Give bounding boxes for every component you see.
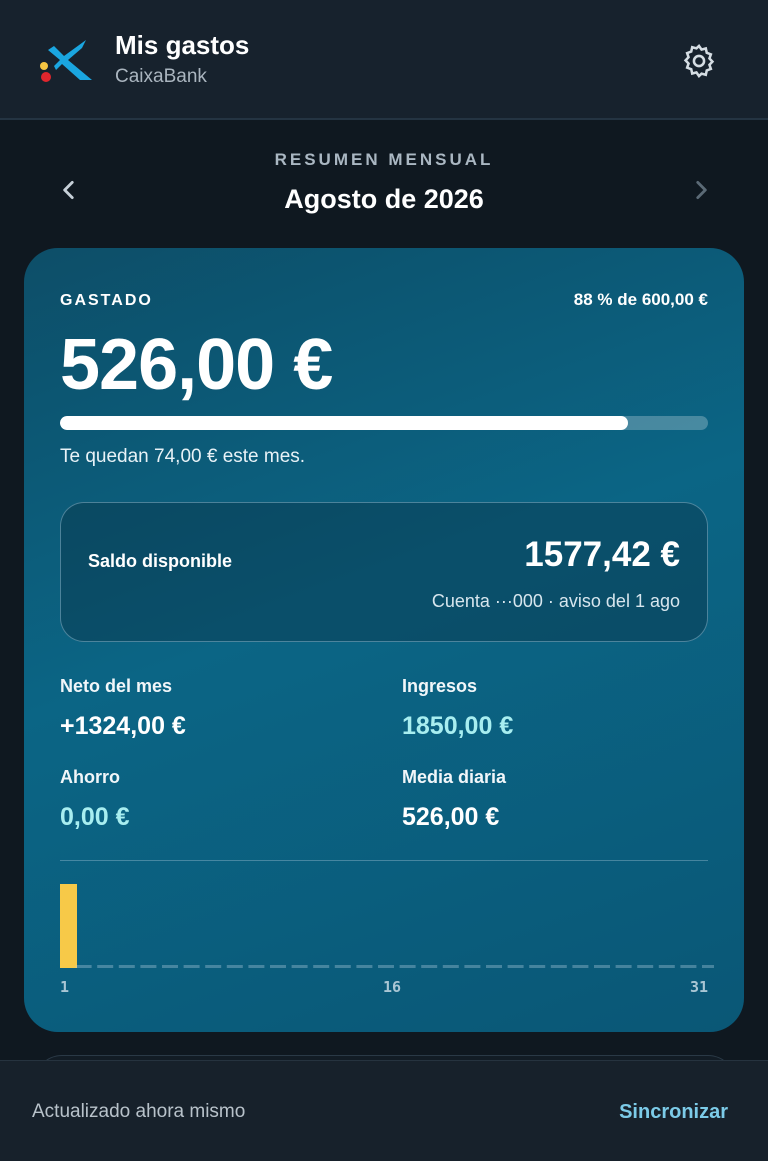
spent-amount: 526,00 €: [60, 325, 333, 405]
chart-bar-day-16: [378, 965, 394, 968]
app-subtitle: CaixaBank: [115, 66, 207, 87]
stat-value: 1850,00 €: [402, 712, 514, 740]
chart-bar-day-17: [399, 965, 416, 968]
spent-label: GASTADO: [60, 292, 153, 309]
stat-label: Media diaria: [402, 767, 507, 787]
stat-savings: Ahorro 0,00 €: [60, 767, 130, 832]
budget-progress-fill: [60, 416, 629, 430]
app-title: Mis gastos: [115, 30, 250, 60]
daily-spending-chart: 1 16 31: [60, 884, 714, 996]
footer-bar: Actualizado ahora mismo Sincronizar: [0, 1060, 768, 1161]
chart-bar-day-31: [702, 965, 714, 968]
chart-bar-day-4: [118, 965, 135, 968]
chart-bar-day-19: [442, 965, 459, 968]
month-navigator: RESUMEN MENSUAL Agosto de 2026: [0, 120, 768, 250]
chart-bar-day-11: [270, 965, 286, 968]
chart-bar-day-12: [291, 965, 308, 968]
chart-bar-day-15: [356, 965, 373, 968]
monthly-summary-card: GASTADO 88 % de 600,00 € 526,00 € Te que…: [24, 248, 744, 1032]
chart-bar-day-3: [97, 965, 114, 968]
stat-label: Ahorro: [60, 767, 120, 787]
chart-bar-day-8: [205, 965, 222, 968]
chart-bar-day-18: [421, 965, 438, 968]
balance-label: Saldo disponible: [88, 551, 233, 571]
chevron-right-icon[interactable]: [688, 177, 714, 203]
divider: [60, 860, 708, 861]
chart-bar-day-1: [60, 884, 77, 968]
remaining-text: Te quedan 74,00 € este mes.: [60, 446, 306, 467]
stat-label: Neto del mes: [60, 676, 173, 696]
chart-bar-day-25: [572, 965, 589, 968]
section-label: RESUMEN MENSUAL: [274, 150, 494, 169]
stat-value: +1324,00 €: [60, 712, 186, 740]
stat-value: 526,00 €: [402, 803, 500, 831]
balance-box: Saldo disponible 1577,42 € Cuenta ···000…: [60, 502, 708, 642]
month-title: Agosto de 2026: [284, 184, 484, 214]
stat-label: Ingresos: [402, 676, 478, 696]
chart-bar-day-5: [140, 965, 157, 968]
sync-button[interactable]: Sincronizar: [619, 1101, 728, 1124]
chart-bar-day-24: [550, 965, 567, 968]
balance-detail: Cuenta ···000 · aviso del 1 ago: [431, 591, 680, 611]
chart-bar-day-22: [507, 965, 524, 968]
chart-bar-day-29: [658, 965, 675, 968]
chart-bar-day-7: [183, 965, 200, 968]
app-header: Mis gastos CaixaBank: [0, 0, 768, 120]
chart-bar-day-6: [162, 965, 178, 968]
chart-bar-day-21: [486, 965, 502, 968]
chart-bar-day-27: [615, 965, 632, 968]
chart-bar-day-30: [680, 965, 697, 968]
stat-daily-average: Media diaria 526,00 €: [402, 767, 506, 832]
chart-bar-day-13: [313, 965, 330, 968]
stat-net: Neto del mes +1324,00 €: [60, 676, 186, 741]
chart-bar-day-23: [529, 965, 546, 968]
chart-bar-day-26: [594, 965, 610, 968]
chart-bar-day-2: [75, 965, 92, 968]
chart-bar-day-10: [248, 965, 265, 968]
chart-tick-label: 1: [60, 978, 69, 996]
budget-progress-bar: [60, 416, 708, 430]
chart-bar-day-28: [637, 965, 654, 968]
chart-bar-day-9: [226, 965, 243, 968]
budget-percentage: 88 % de 600,00 €: [573, 290, 708, 309]
balance-amount: 1577,42 €: [524, 535, 680, 574]
chart-bar-day-20: [464, 965, 481, 968]
chart-tick-label: 16: [383, 978, 401, 996]
gear-icon[interactable]: [680, 42, 718, 80]
caixabank-star-logo: [40, 40, 92, 82]
chart-tick-label: 31: [690, 978, 708, 996]
stat-value: 0,00 €: [60, 803, 130, 831]
chart-bar-day-14: [334, 965, 351, 968]
sync-status: Actualizado ahora mismo: [32, 1101, 246, 1122]
stat-income: Ingresos 1850,00 €: [402, 676, 513, 741]
